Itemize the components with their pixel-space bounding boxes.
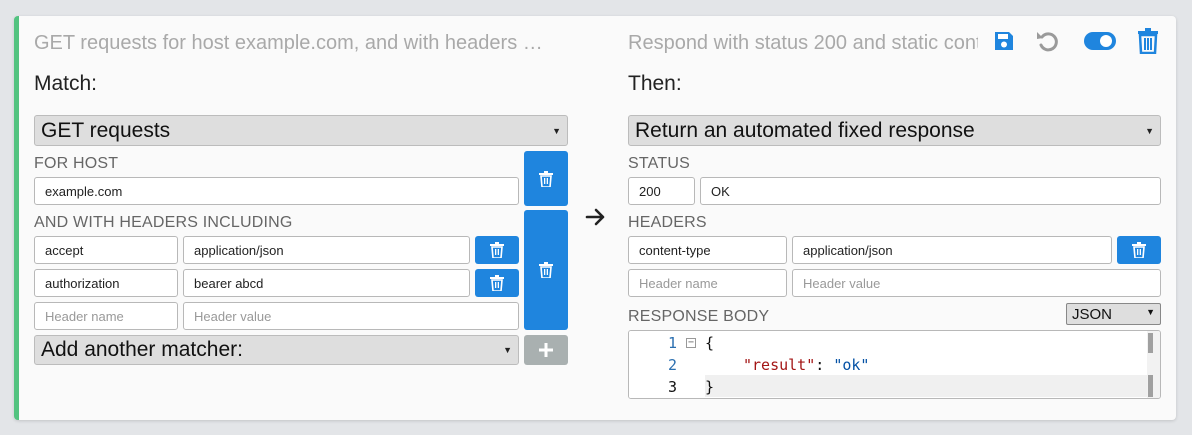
fold-toggle-icon[interactable]: −	[686, 338, 696, 348]
line-number: 3	[667, 378, 677, 396]
status-code-input[interactable]: 200	[628, 177, 695, 205]
match-summary: GET requests for host example.com, and w…	[34, 32, 543, 54]
method-select[interactable]: GET requests ▼	[34, 115, 568, 146]
header-value-input[interactable]: bearer abcd	[183, 269, 470, 297]
handler-select[interactable]: Return an automated fixed response ▼	[628, 115, 1161, 146]
response-body-editor[interactable]: 1 2 3 − { "result": "ok" }	[628, 330, 1161, 399]
new-response-header-value-input[interactable]: Header value	[792, 269, 1161, 297]
method-select-value: GET requests	[41, 118, 171, 142]
save-icon	[995, 32, 1013, 50]
add-matcher-value: Add another matcher:	[41, 338, 243, 361]
status-message-input[interactable]: OK	[700, 177, 1161, 205]
delete-host-matcher-button[interactable]	[524, 151, 568, 206]
caret-down-icon: ▼	[1146, 307, 1155, 317]
caret-down-icon: ▼	[503, 345, 512, 355]
response-header-value-input[interactable]: application/json	[792, 236, 1112, 264]
header-value-input[interactable]: application/json	[183, 236, 470, 264]
code-line: }	[705, 378, 715, 396]
delete-icon	[1138, 28, 1158, 54]
delete-headers-matcher-button[interactable]	[524, 210, 568, 330]
delete-response-header-button[interactable]	[1117, 236, 1161, 264]
headers-label: AND WITH HEADERS INCLUDING	[34, 214, 293, 231]
header-name-input[interactable]: authorization	[34, 269, 178, 297]
caret-down-icon: ▼	[1145, 125, 1154, 136]
header-name-input[interactable]: accept	[34, 236, 178, 264]
handler-select-value: Return an automated fixed response	[635, 118, 975, 142]
code-line: "result": "ok"	[743, 356, 869, 374]
trash-icon	[490, 275, 504, 291]
host-input[interactable]: example.com	[34, 177, 519, 205]
editor-scrollbar[interactable]	[1147, 331, 1160, 398]
rule-card[interactable]: GET requests for host example.com, and w…	[14, 16, 1176, 420]
json-separator: :	[815, 356, 834, 374]
line-number: 1	[667, 334, 677, 352]
json-value: "ok"	[833, 356, 870, 374]
scrollbar-thumb[interactable]	[1148, 333, 1153, 353]
json-key: "result"	[743, 356, 816, 374]
body-format-value: JSON	[1072, 305, 1113, 323]
response-body-label: RESPONSE BODY	[628, 308, 770, 325]
trash-icon	[490, 242, 504, 258]
reset-icon	[1037, 32, 1058, 52]
match-heading: Match:	[34, 72, 98, 95]
trash-icon	[539, 170, 553, 187]
enable-toggle[interactable]	[1083, 28, 1117, 54]
response-headers-label: HEADERS	[628, 214, 707, 231]
active-line-highlight	[705, 375, 1148, 397]
code-line: {	[705, 334, 715, 352]
host-label: FOR HOST	[34, 155, 119, 172]
delete-header-button[interactable]	[475, 236, 519, 264]
trash-icon	[1132, 242, 1146, 258]
then-summary: Respond with status 200 and static conte…	[628, 32, 978, 54]
body-format-select[interactable]: JSON ▼	[1066, 303, 1161, 325]
line-number: 2	[667, 356, 677, 374]
add-matcher-select[interactable]: Add another matcher: ▼	[34, 335, 519, 365]
toggle-icon	[1084, 32, 1116, 50]
caret-down-icon: ▼	[552, 125, 561, 136]
add-matcher-button[interactable]	[524, 335, 568, 365]
then-heading: Then:	[628, 72, 682, 95]
plus-icon	[539, 343, 553, 357]
save-button[interactable]	[989, 26, 1019, 56]
delete-header-button[interactable]	[475, 269, 519, 297]
new-header-value-input[interactable]: Header value	[183, 302, 519, 330]
new-response-header-name-input[interactable]: Header name	[628, 269, 787, 297]
status-label: STATUS	[628, 155, 690, 172]
scrollbar-thumb[interactable]	[1148, 375, 1153, 397]
new-header-name-input[interactable]: Header name	[34, 302, 178, 330]
response-header-name-input[interactable]: content-type	[628, 236, 787, 264]
reset-button[interactable]	[1033, 26, 1063, 56]
arrow-right-icon	[585, 207, 607, 232]
delete-rule-button[interactable]	[1133, 26, 1163, 56]
trash-icon	[539, 262, 553, 278]
